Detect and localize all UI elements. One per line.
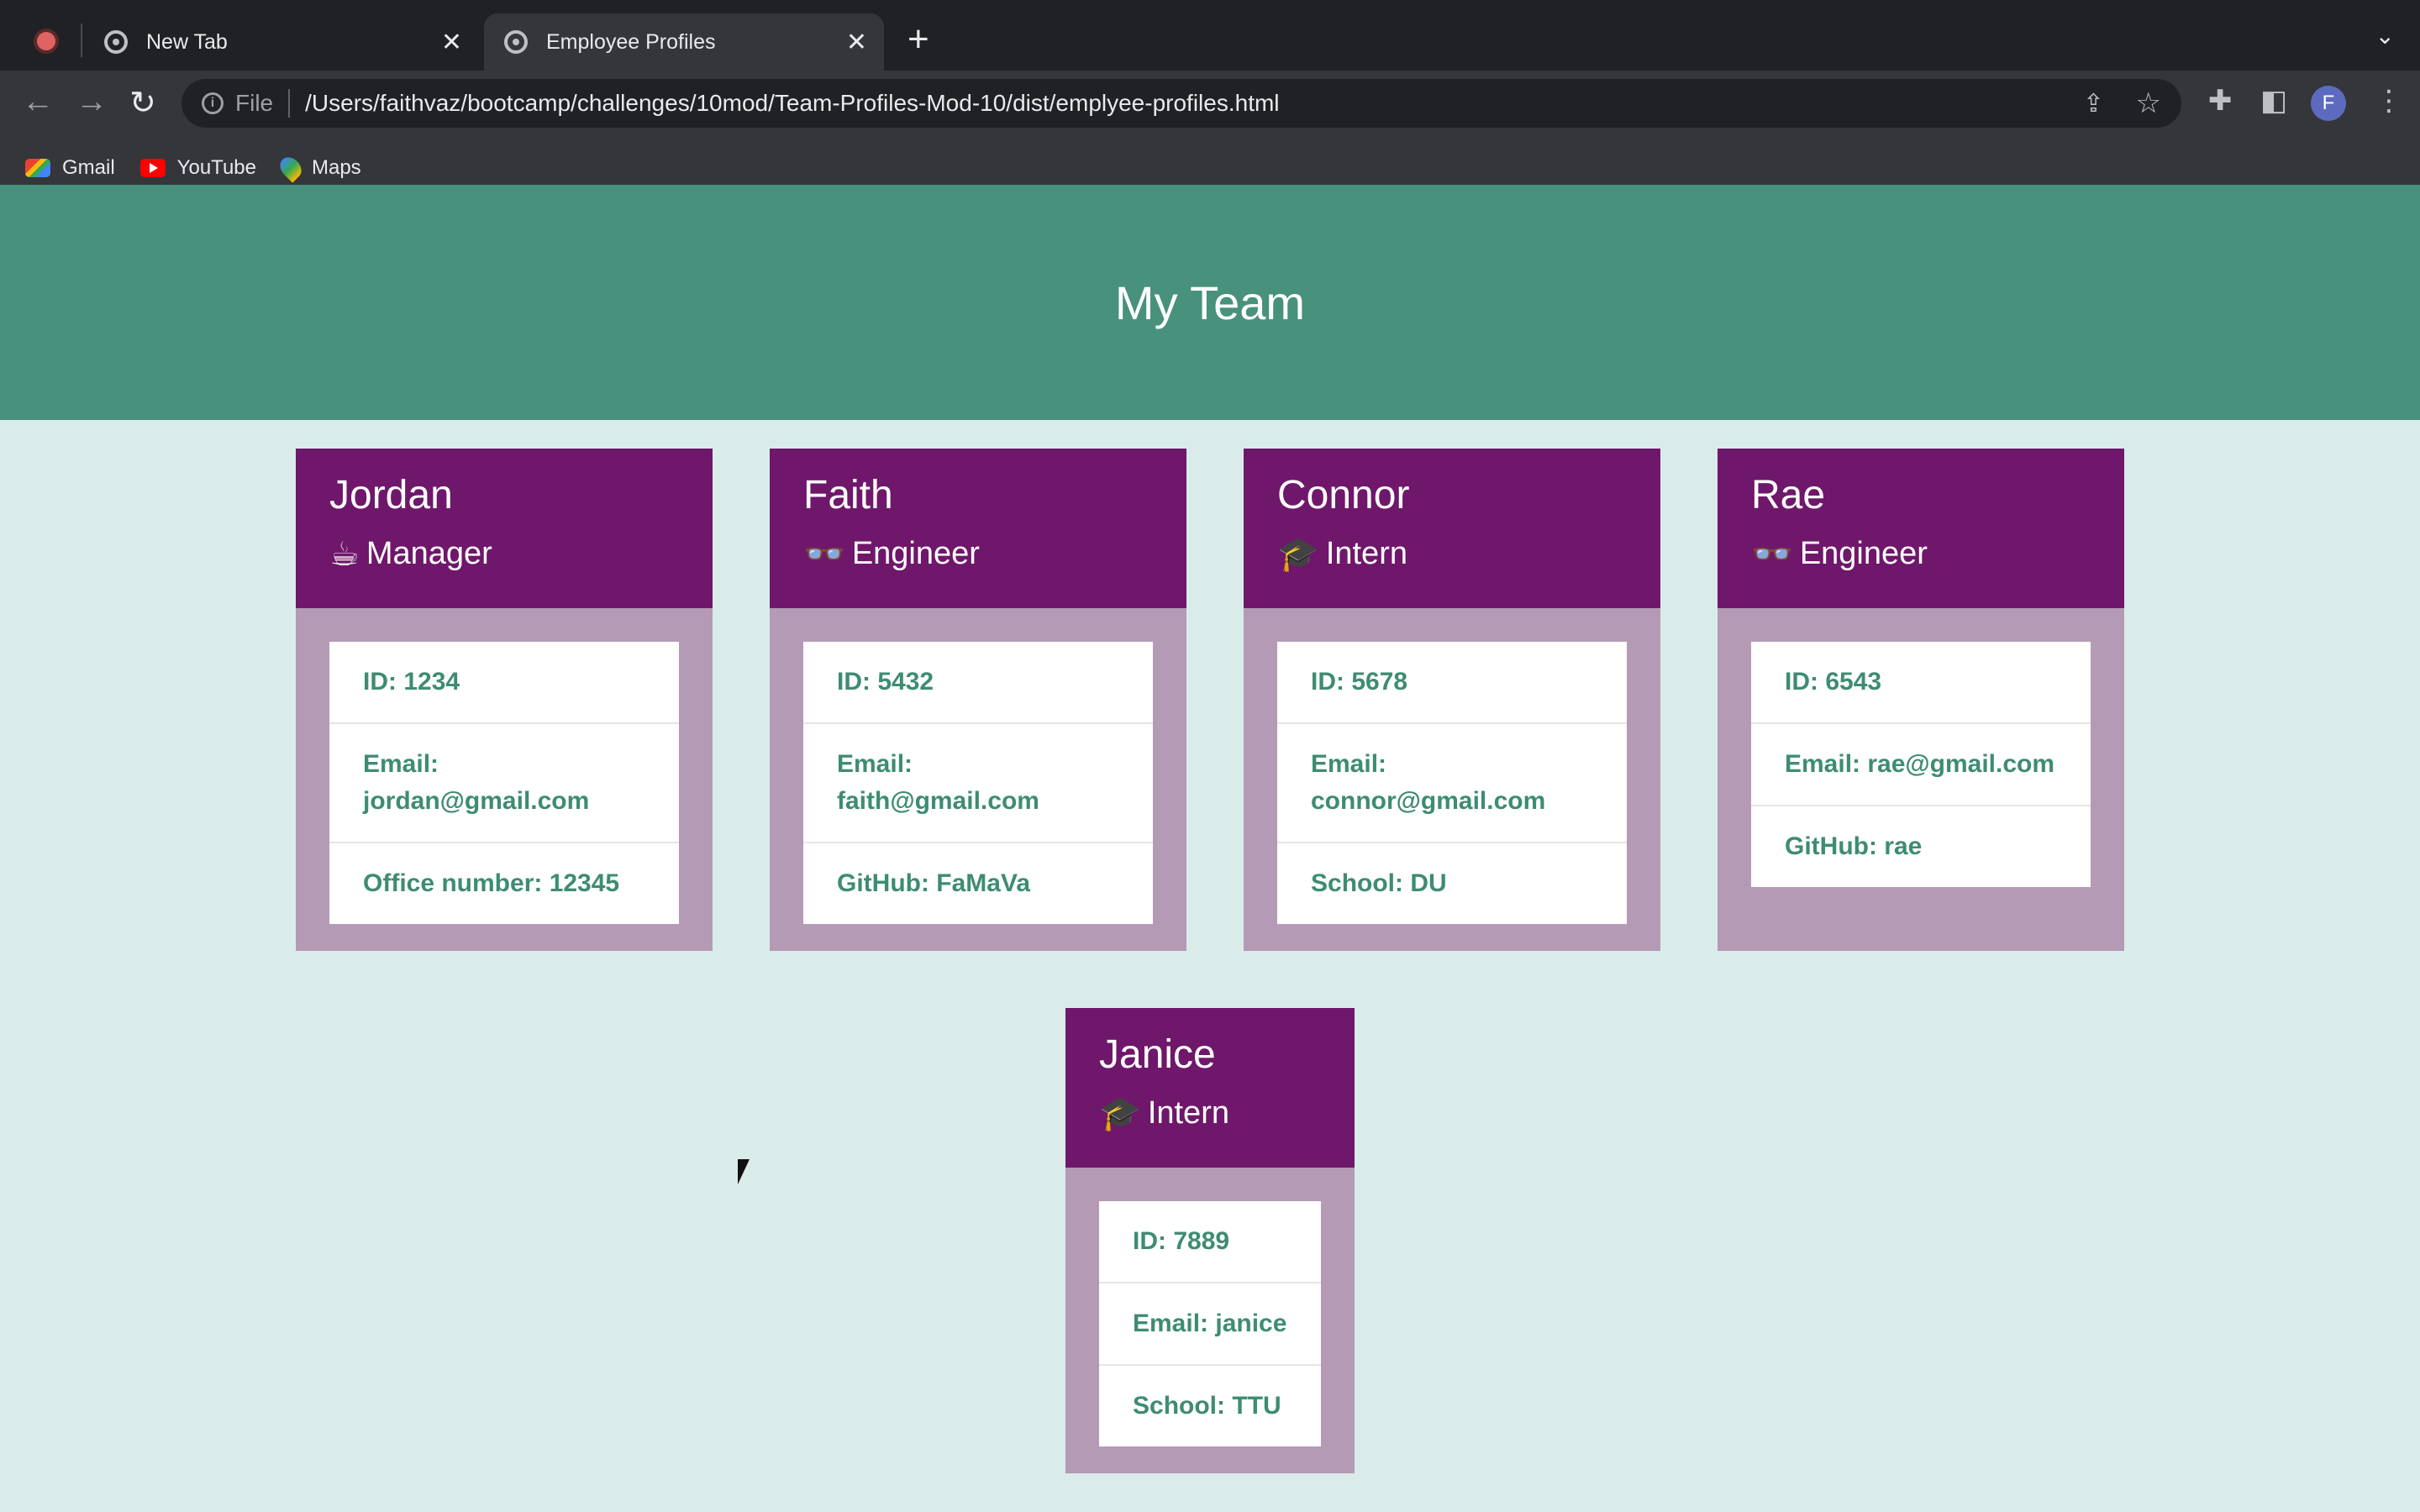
chrome-icon	[104, 30, 128, 54]
page-title: My Team	[1114, 276, 1306, 329]
employee-school: School: TTU	[1099, 1364, 1321, 1446]
globe-icon	[504, 30, 528, 54]
employee-details: ID: 5432 Email: faith@gmail.com GitHub: …	[803, 642, 1153, 924]
tab-strip: New Tab ✕ Employee Profiles ✕ + ⌄	[0, 0, 2420, 71]
employee-name: Janice	[1099, 1032, 1216, 1077]
reload-icon[interactable]: ↻	[129, 84, 156, 122]
address-bar[interactable]: i File /Users/faithvaz/bootcamp/challeng…	[182, 79, 2181, 128]
employee-id: ID: 1234	[363, 668, 460, 696]
employee-details: ID: 7889 Email: janice School: TTU	[1099, 1201, 1321, 1446]
page-header: My Team	[0, 185, 2420, 420]
employee-role: 🎓 Intern	[1099, 1095, 1229, 1131]
bookmark-youtube[interactable]: YouTube	[139, 156, 256, 180]
employee-card-rae: Rae 👓 Engineer ID: 6543 Email: rae@gmail…	[1718, 449, 2124, 951]
employee-details: ID: 1234 Email: jordan@gmail.com Office …	[329, 642, 679, 924]
employee-id: ID: 6543	[1785, 668, 1882, 696]
gmail-icon	[25, 159, 50, 177]
extensions-puzzle-icon[interactable]: ✚	[2208, 84, 2233, 118]
employee-school: School: DU	[1277, 842, 1627, 924]
employee-github[interactable]: GitHub: rae	[1751, 805, 2091, 887]
tab-search-chevron-icon[interactable]: ⌄	[2375, 22, 2395, 50]
back-arrow-icon[interactable]: ←	[22, 84, 54, 120]
employee-email[interactable]: Email: faith@gmail.com	[803, 722, 1153, 842]
new-tab-button[interactable]: +	[908, 18, 929, 60]
maps-icon	[276, 153, 306, 183]
info-icon[interactable]: i	[202, 92, 224, 114]
share-icon[interactable]: ⇪	[2083, 89, 2104, 118]
mouse-cursor-icon	[738, 1159, 750, 1184]
employee-id: ID: 5678	[1311, 668, 1408, 696]
employee-details: ID: 6543 Email: rae@gmail.com GitHub: ra…	[1751, 642, 2091, 887]
bookmark-star-icon[interactable]: ☆	[2136, 87, 2161, 120]
close-icon[interactable]: ✕	[441, 28, 462, 57]
employee-id: ID: 7889	[1133, 1227, 1230, 1255]
employee-role: ☕ Manager	[329, 536, 492, 572]
recording-indicator-icon	[37, 32, 55, 50]
youtube-icon	[139, 159, 166, 177]
employee-name: Jordan	[329, 473, 453, 517]
coffee-mug-icon: ☕	[329, 535, 360, 573]
employee-card-connor: Connor 🎓 Intern ID: 5678 Email: connor@g…	[1244, 449, 1660, 951]
employee-details: ID: 5678 Email: connor@gmail.com School:…	[1277, 642, 1627, 924]
employee-card-faith: Faith 👓 Engineer ID: 5432 Email: faith@g…	[770, 449, 1186, 951]
bookmark-label: Gmail	[62, 156, 115, 179]
bookmark-label: YouTube	[176, 156, 256, 179]
bookmark-maps[interactable]: Maps	[276, 153, 361, 183]
role-label: Intern	[1147, 1095, 1229, 1131]
graduate-icon: 🎓	[1099, 1095, 1141, 1132]
card-header: Faith 👓 Engineer	[770, 449, 1186, 608]
employee-role: 👓 Engineer	[803, 536, 980, 572]
card-header: Jordan ☕ Manager	[296, 449, 713, 608]
employee-email[interactable]: Email: jordan@gmail.com	[329, 722, 679, 842]
employee-role: 👓 Engineer	[1751, 536, 1928, 572]
employee-id: ID: 5432	[837, 668, 934, 696]
browser-toolbar: ← → ↻ i File /Users/faithvaz/bootcamp/ch…	[0, 71, 2420, 202]
role-label: Engineer	[851, 536, 980, 571]
scheme-label: File	[235, 90, 274, 116]
employee-github[interactable]: GitHub: FaMaVa	[803, 842, 1153, 924]
role-label: Engineer	[1799, 536, 1928, 571]
bookmark-gmail[interactable]: Gmail	[25, 156, 115, 180]
employee-card-jordan: Jordan ☕ Manager ID: 1234 Email: jordan@…	[296, 449, 713, 951]
employee-email[interactable]: Email: janice	[1099, 1282, 1321, 1364]
glasses-icon: 👓	[1751, 535, 1793, 573]
divider	[288, 89, 291, 118]
employee-name: Faith	[803, 473, 893, 517]
card-header: Connor 🎓 Intern	[1244, 449, 1660, 608]
employee-name: Connor	[1277, 473, 1410, 517]
role-label: Manager	[366, 536, 492, 571]
employee-office-number: Office number: 12345	[329, 842, 679, 924]
tab-title: Employee Profiles	[546, 29, 716, 54]
employee-email[interactable]: Email: connor@gmail.com	[1277, 722, 1627, 842]
close-icon[interactable]: ✕	[846, 28, 867, 57]
employee-card-janice: Janice 🎓 Intern ID: 7889 Email: janice S…	[1065, 1008, 1355, 1473]
tab-title: New Tab	[146, 29, 228, 54]
url-text[interactable]: /Users/faithvaz/bootcamp/challenges/10mo…	[305, 90, 1279, 117]
employee-role: 🎓 Intern	[1277, 536, 1407, 572]
forward-arrow-icon[interactable]: →	[76, 84, 108, 120]
menu-kebab-icon[interactable]: ⋮	[2375, 84, 2403, 118]
glasses-icon: 👓	[803, 535, 845, 573]
profile-avatar[interactable]: F	[2311, 86, 2346, 121]
tab-new-tab[interactable]: New Tab ✕	[84, 13, 479, 71]
role-label: Intern	[1325, 536, 1407, 571]
tab-employee-profiles[interactable]: Employee Profiles ✕	[484, 13, 884, 71]
bookmark-label: Maps	[311, 156, 361, 179]
side-panel-icon[interactable]: ◧	[2260, 84, 2287, 118]
card-header: Janice 🎓 Intern	[1065, 1008, 1355, 1168]
graduate-icon: 🎓	[1277, 535, 1319, 573]
employee-name: Rae	[1751, 473, 1826, 517]
card-header: Rae 👓 Engineer	[1718, 449, 2124, 608]
tab-separator	[81, 24, 82, 57]
employee-email[interactable]: Email: rae@gmail.com	[1751, 722, 2091, 805]
